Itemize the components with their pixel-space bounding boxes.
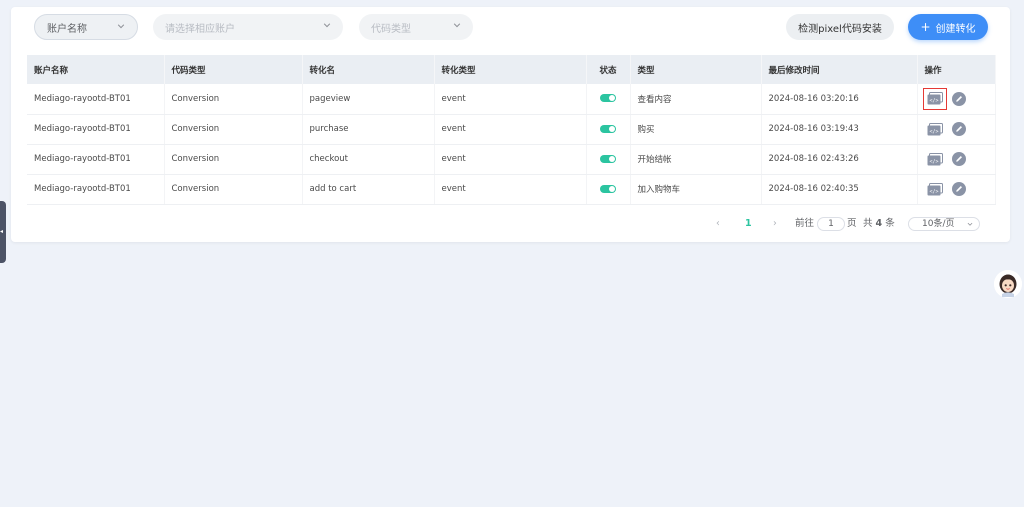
cell-conversion-name: purchase	[302, 114, 435, 145]
prev-page-button[interactable]: ‹	[716, 216, 720, 232]
cell-status	[586, 114, 631, 145]
cell-conversion-name: pageview	[302, 84, 435, 115]
cell-status	[586, 144, 631, 175]
next-page-button[interactable]: ›	[773, 216, 777, 232]
svg-text:</>: </>	[929, 129, 938, 135]
status-toggle[interactable]	[600, 154, 616, 163]
cell-modified: 2024-08-16 02:40:35	[761, 174, 918, 205]
cell-modified: 2024-08-16 03:19:43	[761, 114, 918, 145]
cell-category: 购买	[630, 114, 762, 145]
status-toggle[interactable]	[600, 184, 616, 193]
code-view-icon[interactable]: </>	[927, 122, 943, 136]
check-pixel-label: 检测pixel代码安装	[798, 23, 882, 35]
table-row: Mediago-rayootd-BT01 Conversion checkout…	[27, 144, 996, 175]
status-toggle[interactable]	[600, 124, 616, 133]
pencil-edit-icon[interactable]	[951, 122, 966, 136]
page-number-current[interactable]: 1	[745, 216, 752, 232]
goto-label: 前往	[795, 218, 815, 229]
total-prefix: 共	[863, 218, 873, 229]
cell-code-type: Conversion	[164, 174, 303, 205]
collapse-arrow-icon: ◂	[0, 228, 4, 235]
status-toggle[interactable]	[600, 94, 616, 103]
cell-actions: </>	[917, 144, 996, 175]
svg-text:</>: </>	[929, 189, 938, 195]
chevron-down-icon	[453, 23, 461, 28]
chevron-down-icon	[117, 24, 125, 29]
header-conversion-type: 转化类型	[434, 55, 587, 84]
svg-text:</>: </>	[929, 98, 938, 104]
code-type-select[interactable]: 代码类型	[359, 14, 473, 40]
cell-conversion-type: event	[434, 144, 587, 175]
account-name-filter-label: 账户名称	[47, 23, 87, 35]
cell-account: Mediago-rayootd-BT01	[27, 144, 165, 175]
cell-conversion-name: add to cart	[302, 174, 435, 205]
create-conversion-label: 创建转化	[935, 23, 976, 35]
total-number: 4	[875, 218, 883, 229]
page-size-select[interactable]: 10条/页	[908, 217, 980, 231]
code-view-icon[interactable]: </>	[927, 152, 943, 166]
cell-code-type: Conversion	[164, 84, 303, 115]
table-row: Mediago-rayootd-BT01 Conversion add to c…	[27, 174, 996, 205]
cell-actions: </>	[917, 174, 996, 205]
cell-account: Mediago-rayootd-BT01	[27, 114, 165, 145]
conversion-table: 账户名称 代码类型 转化名 转化类型 状态 类型 最后修改时间 操作 Media…	[27, 55, 996, 205]
cell-actions: </>	[917, 84, 996, 115]
cell-actions: </>	[917, 114, 996, 145]
page-label: 页	[847, 218, 857, 229]
cell-conversion-name: checkout	[302, 144, 435, 175]
header-code-type: 代码类型	[164, 55, 303, 84]
header-modified: 最后修改时间	[761, 55, 918, 84]
account-select[interactable]: 请选择相应账户	[153, 14, 343, 40]
table-row: Mediago-rayootd-BT01 Conversion purchase…	[27, 114, 996, 145]
cell-modified: 2024-08-16 02:43:26	[761, 144, 918, 175]
cell-conversion-type: event	[434, 84, 587, 115]
cell-status	[586, 84, 631, 115]
header-status: 状态	[586, 55, 631, 84]
cell-account: Mediago-rayootd-BT01	[27, 174, 165, 205]
cell-category: 加入购物车	[630, 174, 762, 205]
assistant-avatar-icon[interactable]	[994, 270, 1022, 298]
goto-page-input[interactable]: 1	[817, 217, 845, 231]
page-size-value: 10条/页	[922, 219, 955, 229]
account-name-filter[interactable]: 账户名称	[34, 14, 138, 40]
chevron-down-icon	[967, 222, 973, 226]
code-type-placeholder: 代码类型	[371, 23, 411, 35]
pencil-edit-icon[interactable]	[951, 152, 966, 166]
svg-text:</>: </>	[929, 159, 938, 165]
cell-conversion-type: event	[434, 174, 587, 205]
cell-category: 开始结帐	[630, 144, 762, 175]
check-pixel-button[interactable]: 检测pixel代码安装	[786, 14, 894, 40]
cell-status	[586, 174, 631, 205]
table-header-row: 账户名称 代码类型 转化名 转化类型 状态 类型 最后修改时间 操作	[27, 55, 996, 84]
header-actions: 操作	[917, 55, 996, 84]
chevron-down-icon	[323, 23, 331, 28]
cell-conversion-type: event	[434, 114, 587, 145]
total-count: 共 4 条	[863, 216, 895, 232]
header-category: 类型	[630, 55, 762, 84]
cell-modified: 2024-08-16 03:20:16	[761, 84, 918, 115]
pencil-edit-icon[interactable]	[951, 91, 966, 106]
table-row: Mediago-rayootd-BT01 Conversion pageview…	[27, 84, 996, 115]
plus-icon: +	[920, 20, 931, 34]
pencil-edit-icon[interactable]	[951, 182, 966, 196]
main-panel: 账户名称 请选择相应账户 代码类型 检测pixel代码安装 + 创建转化 账户名…	[11, 7, 1010, 242]
cell-code-type: Conversion	[164, 144, 303, 175]
account-select-placeholder: 请选择相应账户	[165, 23, 235, 35]
side-collapse-tab[interactable]: ◂	[0, 201, 6, 263]
create-conversion-button[interactable]: + 创建转化	[908, 14, 988, 40]
cell-category: 查看内容	[630, 84, 762, 115]
code-view-icon[interactable]: </>	[927, 182, 943, 196]
cell-account: Mediago-rayootd-BT01	[27, 84, 165, 115]
header-account: 账户名称	[27, 55, 165, 84]
header-conversion-name: 转化名	[302, 55, 435, 84]
cell-code-type: Conversion	[164, 114, 303, 145]
code-view-icon[interactable]: </>	[922, 87, 947, 110]
total-suffix: 条	[885, 218, 895, 229]
pagination: ‹ 1 › 前往 1 页 共 4 条 10条/页	[11, 216, 1010, 232]
